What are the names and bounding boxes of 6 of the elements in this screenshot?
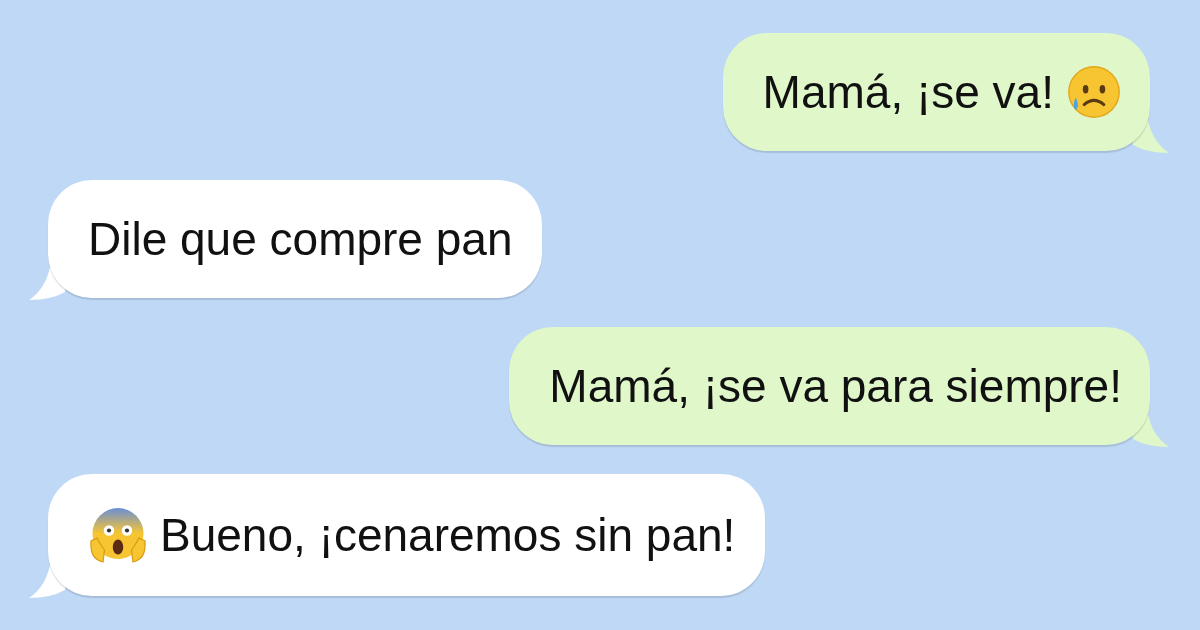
- message-text: Dile que compre pan: [88, 212, 513, 267]
- message-text: Mamá, ¡se va!: [762, 65, 1054, 120]
- message-text: Bueno, ¡cenaremos sin pan!: [160, 508, 736, 563]
- scream-face-icon: [88, 505, 148, 565]
- message-text: Mamá, ¡se va para siempre!: [549, 359, 1122, 414]
- sad-face-icon: [1066, 64, 1122, 120]
